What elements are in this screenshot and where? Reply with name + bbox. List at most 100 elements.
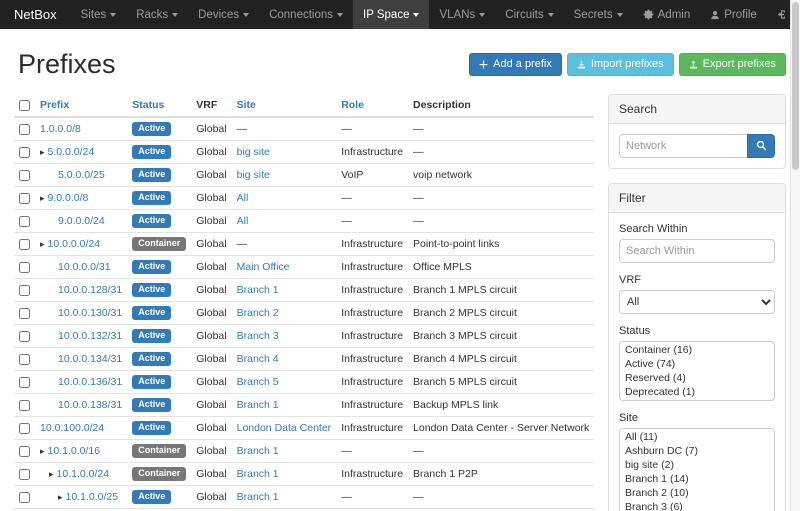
site-cell: Branch 3 <box>232 325 337 348</box>
nav-item-sites[interactable]: Sites <box>71 0 127 29</box>
prefix-link[interactable]: 10.0.0.136/31 <box>58 376 122 388</box>
row-checkbox[interactable] <box>19 216 30 227</box>
site-link[interactable]: Branch 1 <box>237 491 279 503</box>
nav-item-admin[interactable]: Admin <box>633 0 701 29</box>
row-checkbox[interactable] <box>19 124 30 135</box>
select-all-checkbox[interactable] <box>19 100 30 111</box>
select-option[interactable]: Active (74) <box>621 357 773 371</box>
site-link[interactable]: Branch 1 <box>237 399 279 411</box>
site-link[interactable]: big site <box>237 146 270 158</box>
row-checkbox[interactable] <box>19 377 30 388</box>
site-link[interactable]: All <box>237 215 249 227</box>
prefix-link[interactable]: 10.0.0.138/31 <box>58 399 122 411</box>
select-option[interactable]: Branch 1 (14) <box>621 472 773 486</box>
nav-item-ip-space[interactable]: IP Space <box>353 0 429 29</box>
import-prefixes-button[interactable]: Import prefixes <box>567 53 674 76</box>
prefix-link[interactable]: 10.0.0.0/24 <box>48 238 101 250</box>
site-link[interactable]: Main Office <box>237 261 290 273</box>
site-link[interactable]: Branch 4 <box>237 353 279 365</box>
select-option[interactable]: Ashburn DC (7) <box>621 444 773 458</box>
expand-arrow-icon[interactable]: ▸ <box>40 193 45 204</box>
search-within-input[interactable] <box>619 239 775 263</box>
row-checkbox[interactable] <box>19 331 30 342</box>
prefix-link[interactable]: 10.0.0.132/31 <box>58 330 122 342</box>
row-checkbox[interactable] <box>19 446 30 457</box>
site-multiselect[interactable]: All (11)Ashburn DC (7)big site (2)Branch… <box>619 428 775 511</box>
select-option[interactable]: Deprecated (1) <box>621 385 773 399</box>
expand-arrow-icon[interactable]: ▸ <box>49 469 54 480</box>
nav-item-vlans[interactable]: VLANs <box>429 0 495 29</box>
row-checkbox[interactable] <box>19 400 30 411</box>
site-link[interactable]: All <box>237 192 249 204</box>
prefix-link[interactable]: 10.0.0.128/31 <box>58 284 122 296</box>
prefix-link[interactable]: 10.0.100.0/24 <box>40 422 104 434</box>
row-checkbox[interactable] <box>19 354 30 365</box>
row-checkbox[interactable] <box>19 492 30 503</box>
row-checkbox[interactable] <box>19 469 30 480</box>
prefix-link[interactable]: 10.1.0.0/16 <box>48 445 101 457</box>
row-checkbox[interactable] <box>19 262 30 273</box>
scrollbar-thumb[interactable] <box>792 2 799 170</box>
nav-item-circuits[interactable]: Circuits <box>495 0 563 29</box>
vrf-select[interactable]: All <box>619 290 775 314</box>
site-link[interactable]: Branch 2 <box>237 307 279 319</box>
nav-item-profile[interactable]: Profile <box>700 0 767 29</box>
add-prefix-button[interactable]: Add a prefix <box>469 53 562 76</box>
export-prefixes-button[interactable]: Export prefixes <box>679 53 786 76</box>
site-link[interactable]: Branch 3 <box>237 330 279 342</box>
search-button[interactable] <box>747 134 775 158</box>
site-link[interactable]: Branch 5 <box>237 376 279 388</box>
column-sort-link[interactable]: Status <box>132 99 164 111</box>
expand-arrow-icon[interactable]: ▸ <box>58 492 63 503</box>
expand-arrow-icon[interactable]: ▸ <box>40 446 45 457</box>
prefix-link[interactable]: 10.1.0.0/25 <box>66 491 119 503</box>
prefix-link[interactable]: 10.0.0.130/31 <box>58 307 122 319</box>
search-input[interactable] <box>619 134 747 158</box>
expand-arrow-icon[interactable]: ▸ <box>40 239 45 250</box>
site-link[interactable]: big site <box>237 169 270 181</box>
status-cell: Active <box>127 187 191 210</box>
role-cell: Infrastructure <box>336 348 408 371</box>
status-badge: Active <box>132 306 171 320</box>
select-option[interactable]: Branch 3 (6) <box>621 500 773 511</box>
prefix-link[interactable]: 5.0.0.0/24 <box>48 146 95 158</box>
app-brand[interactable]: NetBox <box>0 0 71 29</box>
site-link[interactable]: Branch 1 <box>237 284 279 296</box>
expand-arrow-icon[interactable]: ▸ <box>40 147 45 158</box>
prefix-link[interactable]: 10.1.0.0/24 <box>57 468 110 480</box>
nav-item-secrets[interactable]: Secrets <box>564 0 633 29</box>
site-link[interactable]: London Data Center <box>237 422 332 434</box>
select-option[interactable]: Branch 2 (10) <box>621 486 773 500</box>
prefix-link[interactable]: 5.0.0.0/25 <box>58 169 105 181</box>
select-option[interactable]: All (11) <box>621 430 773 444</box>
column-sort-link[interactable]: Prefix <box>40 99 69 111</box>
column-header-status: Status <box>127 94 191 117</box>
prefix-link[interactable]: 9.0.0.0/24 <box>58 215 105 227</box>
prefix-link[interactable]: 10.0.0.0/31 <box>58 261 111 273</box>
select-option[interactable]: Container (16) <box>621 343 773 357</box>
page-scrollbar[interactable] <box>790 0 800 511</box>
nav-item-connections[interactable]: Connections <box>259 0 353 29</box>
site-cell: Branch 4 <box>232 348 337 371</box>
column-sort-link[interactable]: Site <box>237 99 256 111</box>
row-checkbox[interactable] <box>19 285 30 296</box>
nav-item-devices[interactable]: Devices <box>188 0 259 29</box>
row-checkbox[interactable] <box>19 193 30 204</box>
prefix-link[interactable]: 10.0.0.134/31 <box>58 353 122 365</box>
row-checkbox[interactable] <box>19 147 30 158</box>
prefix-table-container: PrefixStatusVRFSiteRoleDescription 1.0.0… <box>14 94 590 511</box>
row-checkbox[interactable] <box>19 239 30 250</box>
nav-item-racks[interactable]: Racks <box>126 0 188 29</box>
row-checkbox[interactable] <box>19 170 30 181</box>
status-multiselect[interactable]: Container (16)Active (74)Reserved (4)Dep… <box>619 341 775 401</box>
select-option[interactable]: big site (2) <box>621 458 773 472</box>
column-sort-link[interactable]: Role <box>341 99 364 111</box>
description-cell: voip network <box>408 164 594 187</box>
prefix-link[interactable]: 1.0.0.0/8 <box>40 123 81 135</box>
prefix-link[interactable]: 9.0.0.0/8 <box>48 192 89 204</box>
row-checkbox[interactable] <box>19 308 30 319</box>
site-link[interactable]: Branch 1 <box>237 468 279 480</box>
select-option[interactable]: Reserved (4) <box>621 371 773 385</box>
row-checkbox[interactable] <box>19 423 30 434</box>
site-link[interactable]: Branch 1 <box>237 445 279 457</box>
